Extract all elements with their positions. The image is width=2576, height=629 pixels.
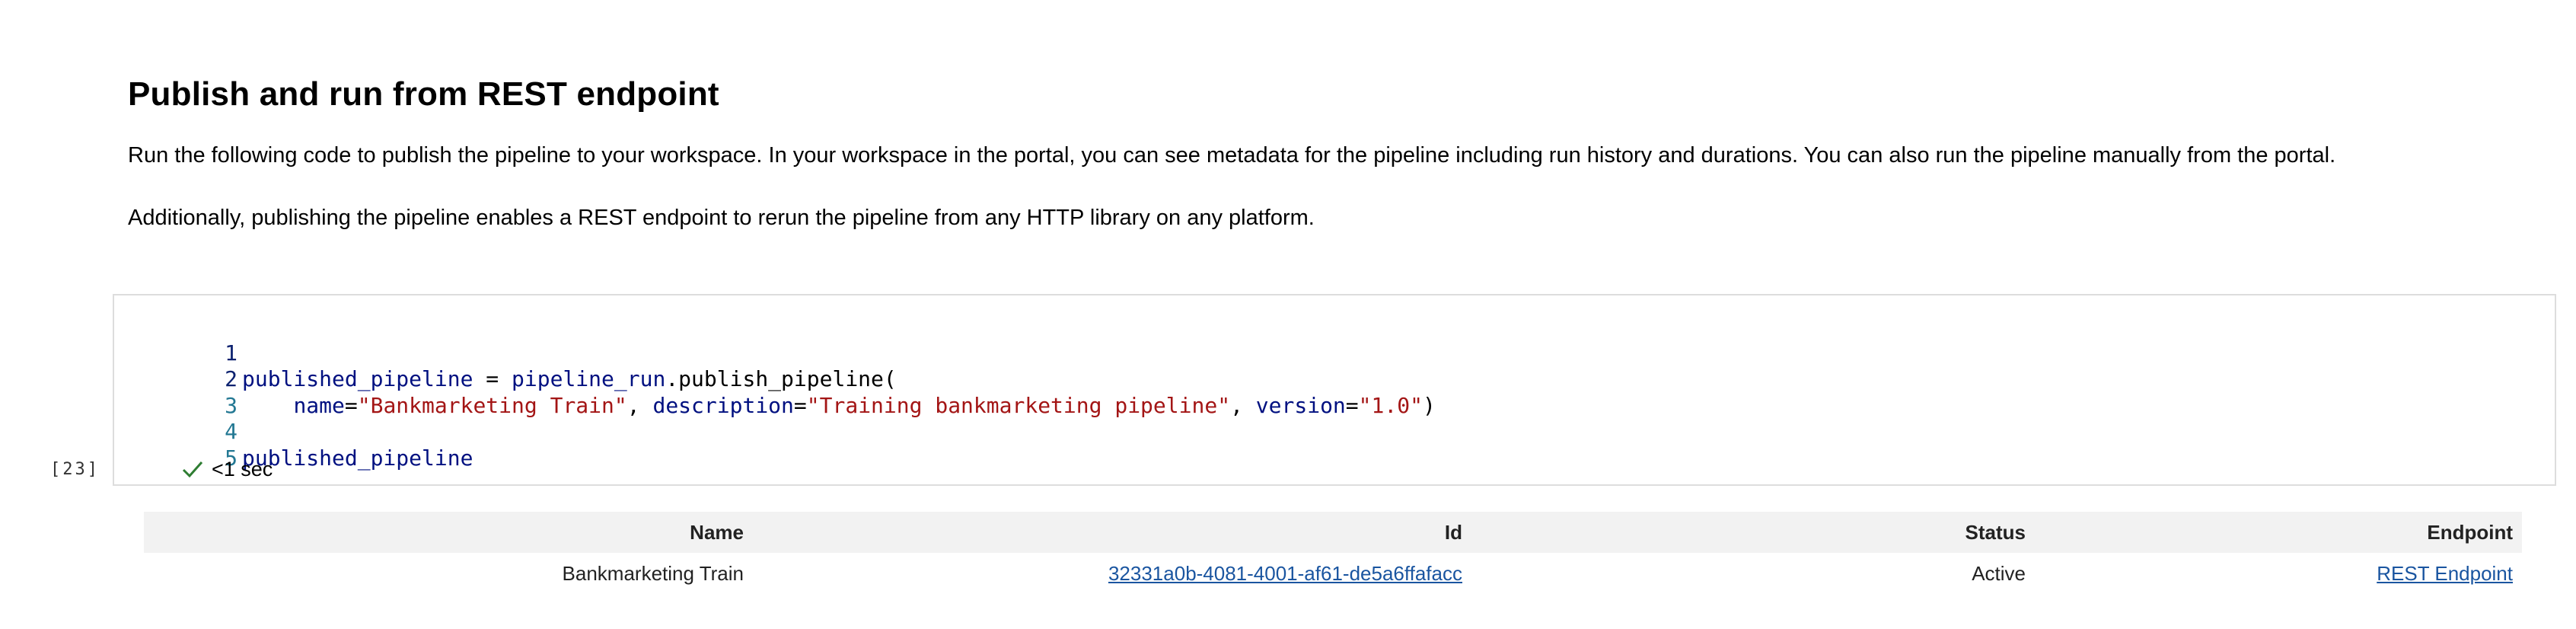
rest-endpoint-link[interactable]: REST Endpoint bbox=[2377, 562, 2513, 585]
code-line: 3 bbox=[114, 366, 238, 418]
output-table: Name Id Status Endpoint Bankmarketing Tr… bbox=[144, 512, 2522, 594]
pipeline-id-link[interactable]: 32331a0b-4081-4001-af61-de5a6ffafacc bbox=[1108, 562, 1462, 585]
code-token: , bbox=[1230, 392, 1256, 418]
code-token: , bbox=[626, 392, 653, 418]
code-token: = bbox=[793, 392, 807, 418]
code-token: description bbox=[652, 392, 794, 418]
code-token: published_pipeline bbox=[242, 366, 473, 391]
column-header-id: Id bbox=[1444, 520, 1462, 544]
code-token: "Bankmarketing Train" bbox=[357, 392, 627, 418]
check-icon bbox=[181, 458, 204, 481]
table-row: Bankmarketing Train 32331a0b-4081-4001-a… bbox=[144, 553, 2522, 594]
code-line: 5 bbox=[114, 419, 238, 471]
description-paragraph-1: Run the following code to publish the pi… bbox=[128, 143, 2336, 168]
code-editor[interactable]: 1 published_pipeline = pipeline_run.publ… bbox=[114, 314, 1436, 471]
line-number: 3 bbox=[225, 392, 238, 418]
code-token: "Training bankmarketing pipeline" bbox=[806, 392, 1231, 418]
table-header-row: Name Id Status Endpoint bbox=[144, 512, 2522, 553]
column-header-status: Status bbox=[1965, 520, 2026, 544]
section-title: Publish and run from REST endpoint bbox=[128, 75, 719, 113]
code-token: version bbox=[1255, 392, 1346, 418]
code-token: name bbox=[293, 392, 345, 418]
pipeline-name-cell: Bankmarketing Train bbox=[562, 561, 744, 585]
code-text: published_pipeline = pipeline_run.publis… bbox=[242, 366, 897, 393]
line-number: 4 bbox=[225, 419, 238, 444]
execution-duration: <1 sec bbox=[212, 457, 273, 481]
code-text: published_pipeline bbox=[242, 445, 473, 472]
description-paragraph-2: Additionally, publishing the pipeline en… bbox=[128, 206, 1315, 230]
column-header-endpoint: Endpoint bbox=[2427, 520, 2513, 544]
code-token: = bbox=[344, 392, 358, 418]
code-token: = bbox=[473, 366, 512, 391]
code-token: .publish_pipeline( bbox=[665, 366, 897, 391]
execution-status: <1 sec bbox=[181, 455, 273, 483]
pipeline-endpoint-cell: REST Endpoint bbox=[2035, 553, 2522, 594]
code-line: 1 published_pipeline = pipeline_run.publ… bbox=[114, 314, 897, 392]
code-line: 2 name="Bankmarketing Train", descriptio… bbox=[114, 340, 1436, 418]
line-number: 2 bbox=[225, 366, 238, 391]
code-token: "1.0" bbox=[1358, 392, 1423, 418]
column-header-name: Name bbox=[690, 520, 744, 544]
code-token: ) bbox=[1422, 392, 1436, 418]
execution-count: [23] bbox=[50, 460, 100, 479]
code-token: published_pipeline bbox=[242, 445, 473, 471]
code-token: = bbox=[1345, 392, 1359, 418]
code-text: name="Bankmarketing Train", description=… bbox=[242, 392, 1436, 420]
code-cell[interactable]: 1 published_pipeline = pipeline_run.publ… bbox=[113, 294, 2556, 486]
markdown-cell[interactable]: Publish and run from REST endpoint Run t… bbox=[128, 67, 2533, 235]
code-line: 4 published_pipeline bbox=[114, 393, 473, 471]
code-token: pipeline_run bbox=[512, 366, 666, 391]
pipeline-id-cell: 32331a0b-4081-4001-af61-de5a6ffafacc bbox=[753, 553, 1471, 594]
pipeline-status-cell: Active bbox=[1972, 561, 2026, 585]
line-number: 1 bbox=[225, 340, 238, 366]
